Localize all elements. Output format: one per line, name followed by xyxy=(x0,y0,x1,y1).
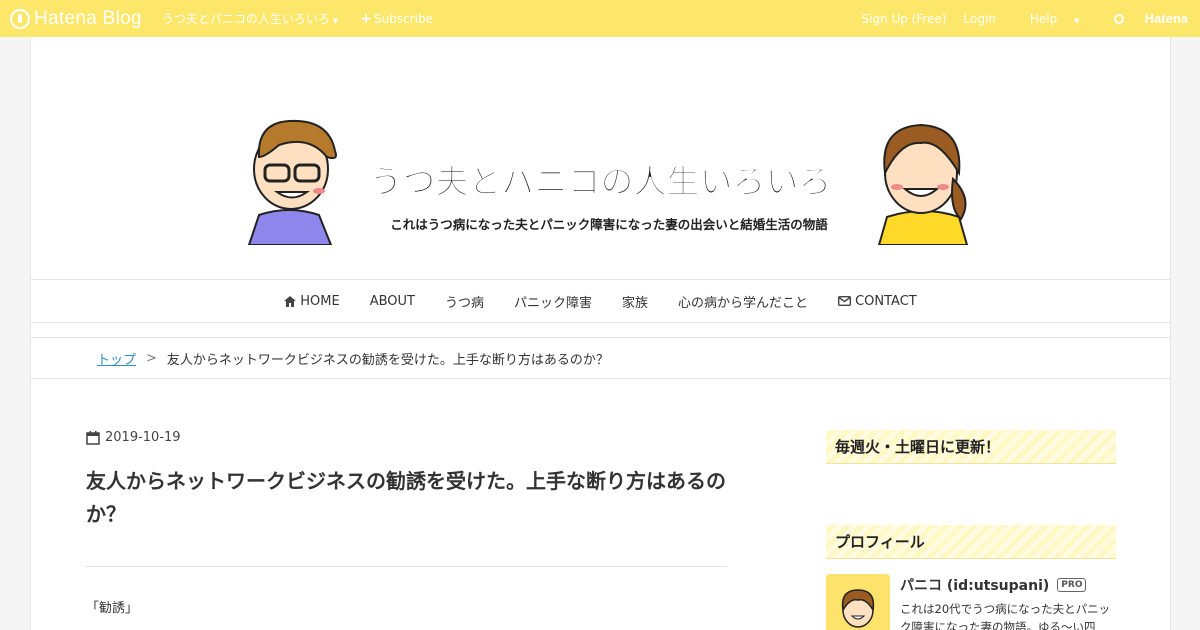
nav-divider xyxy=(31,323,1170,338)
sidebar-update-title: 毎週火・土曜日に更新！ xyxy=(826,430,1116,464)
entry-date-text: 2019-10-19 xyxy=(105,430,181,445)
breadcrumb-separator: > xyxy=(146,350,157,366)
nav-label-depression: うつ病 xyxy=(445,295,485,311)
hatena-brand-link[interactable]: Hatena xyxy=(1097,11,1188,26)
help-label: Help xyxy=(1029,11,1058,26)
sidebar-profile-title: プロフィール xyxy=(826,525,1116,559)
nav-label-family: 家族 xyxy=(622,295,649,311)
nav-label-home: HOME xyxy=(300,293,340,309)
blog-container: うつ夫とパニコの人生いろいろ。 これはうつ病になった夫とパニック障害になった妻の… xyxy=(30,37,1171,630)
banner-title: うつ夫とパニコの人生いろいろ。 xyxy=(370,162,865,201)
nav-label-contact: CONTACT xyxy=(855,293,917,309)
banner-subtitle: これはうつ病になった夫とパニック障害になった妻の出会いと結婚生活の物語 xyxy=(390,217,828,232)
nav-item-depression[interactable]: うつ病 xyxy=(445,292,484,311)
avatar[interactable] xyxy=(826,574,890,630)
nav-label-lessons: 心の病から学んだこと xyxy=(678,295,809,311)
hatena-blog-logo-icon xyxy=(10,8,30,29)
global-header: Hatena Blog うつ夫とパニコの人生いろいろ ▼ + Subscribe S… xyxy=(0,0,1200,37)
breadcrumb-top-link[interactable]: トップ xyxy=(97,349,136,368)
nav-item-family[interactable]: 家族 xyxy=(622,292,648,311)
caret-down-icon: ▼ xyxy=(332,17,339,25)
breadcrumb: トップ > 友人からネットワークビジネスの勧誘を受けた。上手な断り方はあるのか？ xyxy=(31,338,1170,379)
profile-description: これは20代でうつ病になった夫とパニック障害になった妻の物語。ゆる～い四 xyxy=(900,602,1111,630)
breadcrumb-current: 友人からネットワークビジネスの勧誘を受けた。上手な断り方はあるのか？ xyxy=(166,352,609,368)
hatena-brand-icon xyxy=(1113,13,1124,24)
profile-name[interactable]: パニコ (id:utsupani) PRO xyxy=(900,575,1087,595)
nav-item-lessons[interactable]: 心の病から学んだこと xyxy=(678,292,808,311)
login-link[interactable]: Login xyxy=(964,12,996,26)
subscribe-label: Subscribe xyxy=(374,11,433,26)
blog-banner[interactable]: うつ夫とパニコの人生いろいろ。 これはうつ病になった夫とパニック障害になった妻の… xyxy=(239,117,969,245)
nav-label-panic: パニック障害 xyxy=(514,295,593,311)
nav-item-home[interactable]: HOME xyxy=(284,293,340,309)
nav-item-about[interactable]: ABOUT xyxy=(370,294,415,309)
nav-item-panic[interactable]: パニック障害 xyxy=(514,292,592,311)
profile-name-text: パニコ (id:utsupani) xyxy=(900,578,1050,594)
entry-title[interactable]: 友人からネットワークビジネスの勧誘を受けた。上手な断り方はあるのか？ xyxy=(86,465,731,531)
global-nav: HOME ABOUT うつ病 パニック障害 家族 心の病から学んだこと CONT… xyxy=(31,279,1170,323)
entry-body-first-line: 「勧誘」 xyxy=(86,601,139,616)
hatena-blog-logo[interactable]: Hatena Blog xyxy=(10,8,142,30)
pro-badge: PRO xyxy=(1057,578,1087,592)
hatena-brand-label: Hatena xyxy=(1144,11,1188,26)
calendar-icon xyxy=(86,430,100,445)
subscribe-button[interactable]: + Subscribe xyxy=(360,11,433,27)
blog-name-label: うつ夫とパニコの人生いろいろ xyxy=(161,12,330,26)
nav-item-contact[interactable]: CONTACT xyxy=(838,294,917,309)
nav-label-about: ABOUT xyxy=(369,293,415,309)
blog-name-menu[interactable]: うつ夫とパニコの人生いろいろ ▼ xyxy=(162,10,338,27)
title-divider xyxy=(86,566,727,567)
help-menu[interactable]: Help ▼ xyxy=(1013,12,1080,26)
entry-date[interactable]: 2019-10-19 xyxy=(86,430,181,445)
home-icon xyxy=(284,295,297,307)
caret-down-icon: ▼ xyxy=(1074,16,1080,25)
logo-text: Hatena Blog xyxy=(34,7,142,29)
plus-icon: + xyxy=(360,10,373,27)
signup-link[interactable]: Sign Up (Free) xyxy=(861,12,946,26)
envelope-icon xyxy=(838,296,852,306)
husband-illustration xyxy=(247,119,337,245)
header-right-links: Sign Up (Free) Login Help ▼ Hatena xyxy=(844,11,1188,26)
wife-illustration xyxy=(877,123,969,245)
